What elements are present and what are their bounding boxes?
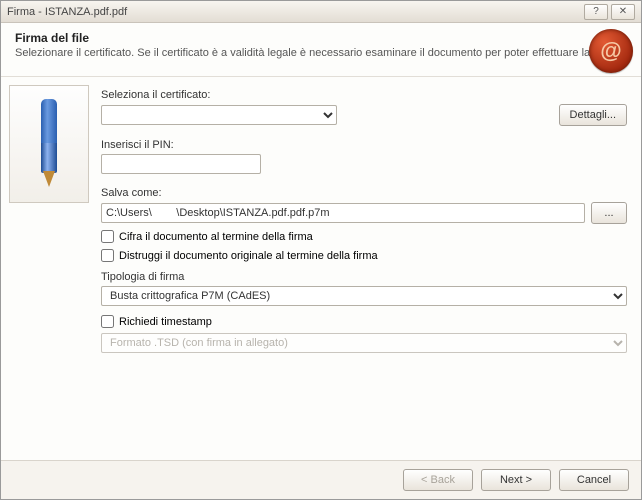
side-image: [9, 85, 91, 452]
titlebar: Firma - ISTANZA.pdf.pdf ? ✕: [1, 1, 641, 23]
pin-input[interactable]: [101, 154, 261, 174]
pin-label: Inserisci il PIN:: [101, 139, 627, 151]
destroy-original-checkbox[interactable]: [101, 249, 114, 262]
wizard-header: Firma del file Selezionare il certificat…: [1, 23, 641, 77]
next-button[interactable]: Next >: [481, 469, 551, 491]
signature-type-label: Tipologia di firma: [101, 271, 627, 283]
signature-type-select[interactable]: Busta crittografica P7M (CAdES): [101, 286, 627, 306]
destroy-original-label: Distruggi il documento originale al term…: [119, 250, 378, 262]
timestamp-checkbox[interactable]: [101, 315, 114, 328]
back-button[interactable]: < Back: [403, 469, 473, 491]
wax-seal-icon: @: [589, 29, 633, 73]
save-as-label: Salva come:: [101, 187, 627, 199]
encrypt-checkbox[interactable]: [101, 230, 114, 243]
encrypt-label: Cifra il documento al termine della firm…: [119, 231, 313, 243]
form-panel: Seleziona il certificato: Dettagli... In…: [101, 85, 627, 452]
close-button[interactable]: ✕: [611, 4, 635, 20]
certificate-select[interactable]: [101, 105, 337, 125]
content-area: Seleziona il certificato: Dettagli... In…: [1, 77, 641, 460]
timestamp-label: Richiedi timestamp: [119, 316, 212, 328]
wizard-footer: < Back Next > Cancel: [1, 460, 641, 499]
pen-icon: [9, 85, 89, 203]
browse-button[interactable]: ...: [591, 202, 627, 224]
help-button[interactable]: ?: [584, 4, 608, 20]
save-as-input[interactable]: [101, 203, 585, 223]
timestamp-format-select: Formato .TSD (con firma in allegato): [101, 333, 627, 353]
details-button[interactable]: Dettagli...: [559, 104, 627, 126]
cancel-button[interactable]: Cancel: [559, 469, 629, 491]
dialog-window: Firma - ISTANZA.pdf.pdf ? ✕ Firma del fi…: [0, 0, 642, 500]
header-title: Firma del file: [15, 31, 627, 45]
certificate-label: Seleziona il certificato:: [101, 89, 627, 101]
window-title: Firma - ISTANZA.pdf.pdf: [7, 6, 581, 18]
header-subtitle: Selezionare il certificato. Se il certif…: [15, 47, 627, 59]
